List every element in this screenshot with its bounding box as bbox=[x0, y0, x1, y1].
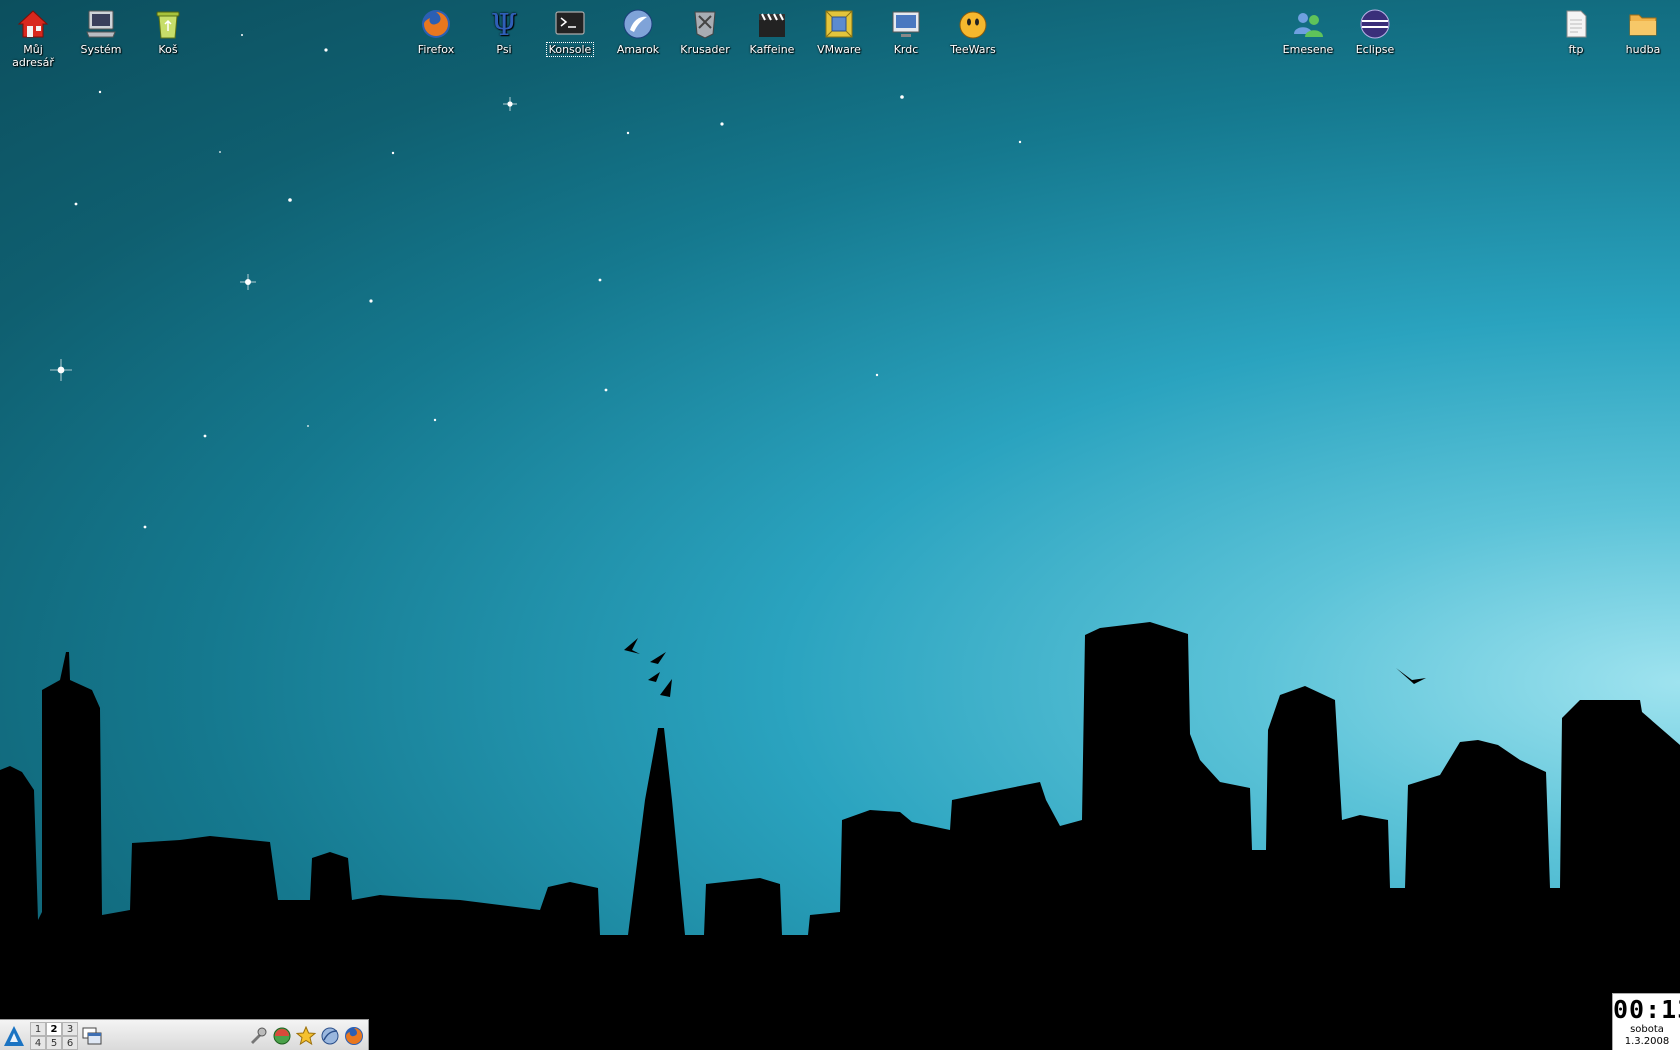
icon-label: Krdc bbox=[893, 43, 919, 56]
icon-label: Systém bbox=[80, 43, 122, 56]
teewars-icon bbox=[959, 11, 987, 39]
desktop-icon-trash[interactable]: Koš bbox=[135, 0, 201, 56]
pager-desktop-2[interactable]: 2 bbox=[46, 1022, 62, 1036]
desktop-icon-teewars[interactable]: TeeWars bbox=[940, 0, 1006, 56]
psi-icon: Ψ bbox=[491, 8, 517, 40]
clock-date: 1.3.2008 bbox=[1624, 1036, 1670, 1047]
computer-icon bbox=[86, 10, 116, 38]
desktop-icon-krdc[interactable]: Krdc bbox=[873, 0, 939, 56]
remote-desktop-icon bbox=[892, 11, 920, 37]
pager-desktop-3[interactable]: 3 bbox=[62, 1022, 78, 1036]
desktop-icon-firefox[interactable]: Firefox bbox=[403, 0, 469, 56]
virtual-desktop-pager[interactable]: 1 2 3 4 5 6 bbox=[30, 1022, 78, 1050]
clock-widget[interactable]: 00:13 sobota 1.3.2008 bbox=[1612, 993, 1680, 1050]
pager-desktop-6[interactable]: 6 bbox=[62, 1036, 78, 1050]
icon-label: TeeWars bbox=[950, 43, 996, 56]
stars bbox=[57, 34, 1022, 529]
firefox-icon[interactable] bbox=[344, 1026, 364, 1046]
desktop-icon-krusader[interactable]: Krusader bbox=[672, 0, 738, 56]
icon-label: Krusader bbox=[680, 43, 730, 56]
pager-desktop-4[interactable]: 4 bbox=[30, 1036, 46, 1050]
desktop-icon-vmware[interactable]: VMware bbox=[806, 0, 872, 56]
kmenu-icon[interactable] bbox=[2, 1024, 26, 1048]
icon-label: Kaffeine bbox=[749, 43, 795, 56]
svg-text:Ψ: Ψ bbox=[491, 8, 517, 40]
clock-time: 00:13 bbox=[1613, 995, 1680, 1024]
desktop-icon-ftp[interactable]: ftp bbox=[1543, 0, 1609, 56]
document-icon bbox=[1566, 10, 1587, 38]
krusader-icon bbox=[694, 11, 716, 39]
system-monitor-icon[interactable] bbox=[272, 1026, 292, 1046]
eclipse-icon bbox=[1360, 9, 1390, 39]
taskbar: 1 2 3 4 5 6 bbox=[0, 1019, 369, 1050]
terminal-icon bbox=[555, 11, 585, 35]
firefox-icon bbox=[422, 10, 450, 38]
desktop-icon-kaffeine[interactable]: Kaffeine bbox=[739, 0, 805, 56]
icon-label: VMware bbox=[817, 43, 861, 56]
icon-label: Eclipse bbox=[1355, 43, 1395, 56]
kde-tools-icon[interactable] bbox=[248, 1026, 268, 1046]
desktop-icon-psi[interactable]: Ψ Psi bbox=[471, 0, 537, 56]
network-globe-icon[interactable] bbox=[320, 1026, 340, 1046]
home-icon bbox=[17, 10, 49, 38]
trash-icon bbox=[156, 11, 180, 39]
messenger-icon bbox=[1294, 13, 1323, 37]
desktop-icon-hudba[interactable]: hudba bbox=[1610, 0, 1676, 56]
desktop-icon-emesene[interactable]: Emesene bbox=[1275, 0, 1341, 56]
desktop[interactable]: Můj adresář Systém Koš Firefox Ψ Psi Kon… bbox=[0, 0, 1680, 1050]
pager-desktop-1[interactable]: 1 bbox=[30, 1022, 46, 1036]
icon-label: Firefox bbox=[417, 43, 455, 56]
desktop-icon-konsole[interactable]: Konsole bbox=[537, 0, 603, 57]
desktop-icon-amarok[interactable]: Amarok bbox=[605, 0, 671, 56]
clock-day: sobota bbox=[1630, 1024, 1664, 1035]
city-silhouette bbox=[0, 622, 1680, 1050]
vmware-icon bbox=[825, 10, 853, 38]
desktop-icon-system[interactable]: Systém bbox=[68, 0, 134, 56]
wallpaper bbox=[0, 34, 1680, 1050]
window-list-icon[interactable] bbox=[82, 1027, 102, 1045]
icon-label: hudba bbox=[1625, 43, 1661, 56]
pager-desktop-5[interactable]: 5 bbox=[46, 1036, 62, 1050]
clapperboard-icon bbox=[759, 13, 785, 37]
bookmark-star-icon[interactable] bbox=[296, 1026, 316, 1046]
icon-label: Koš bbox=[158, 43, 178, 56]
icon-label: Konsole bbox=[545, 42, 595, 57]
folder-icon bbox=[1629, 14, 1657, 36]
desktop-icon-home[interactable]: Můj adresář bbox=[0, 0, 66, 69]
icon-label: Můj adresář bbox=[12, 43, 54, 69]
amarok-icon bbox=[623, 9, 653, 39]
icon-label: Amarok bbox=[616, 43, 660, 56]
icon-label: Emesene bbox=[1282, 43, 1334, 56]
icon-label: Psi bbox=[496, 43, 512, 56]
icon-label: ftp bbox=[1568, 43, 1584, 56]
desktop-icon-eclipse[interactable]: Eclipse bbox=[1342, 0, 1408, 56]
